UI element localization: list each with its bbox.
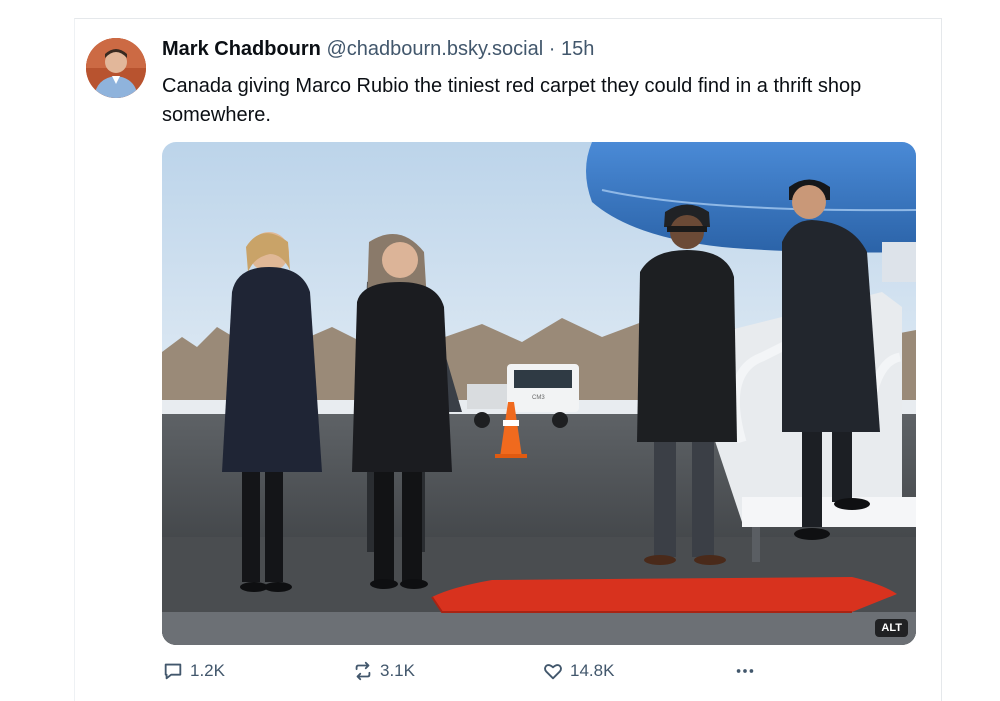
author-name[interactable]: Mark Chadbourn bbox=[162, 38, 321, 60]
reply-icon bbox=[164, 663, 182, 680]
alt-badge[interactable]: ALT bbox=[875, 619, 908, 637]
repost-button[interactable]: 3.1K bbox=[352, 660, 415, 682]
like-count: 14.8K bbox=[570, 661, 615, 680]
repost-count: 3.1K bbox=[380, 661, 415, 680]
reply-count: 1.2K bbox=[190, 661, 225, 680]
more-options-button[interactable] bbox=[734, 660, 756, 682]
post-text: Canada giving Marco Rubio the tiniest re… bbox=[162, 75, 862, 126]
more-horizontal-icon bbox=[736, 669, 754, 673]
post-actions: 1.2K 3.1K 14.8K bbox=[162, 660, 762, 688]
header-separator: · bbox=[543, 38, 561, 60]
post-image[interactable]: CM3 ALT bbox=[162, 142, 916, 645]
truck-label: CM3 bbox=[532, 395, 545, 401]
like-button[interactable]: 14.8K bbox=[542, 660, 614, 682]
author-handle[interactable]: @chadbourn.bsky.social bbox=[326, 38, 543, 60]
red-carpet bbox=[431, 577, 897, 613]
airport-photo: CM3 bbox=[162, 142, 916, 645]
reply-button[interactable]: 1.2K bbox=[162, 660, 225, 682]
author-avatar[interactable] bbox=[86, 38, 146, 98]
post-time[interactable]: 15h bbox=[561, 38, 594, 60]
repost-icon bbox=[355, 661, 371, 681]
heart-icon bbox=[544, 664, 562, 680]
post-header: Mark Chadbourn @chadbourn.bsky.social · … bbox=[162, 38, 594, 61]
